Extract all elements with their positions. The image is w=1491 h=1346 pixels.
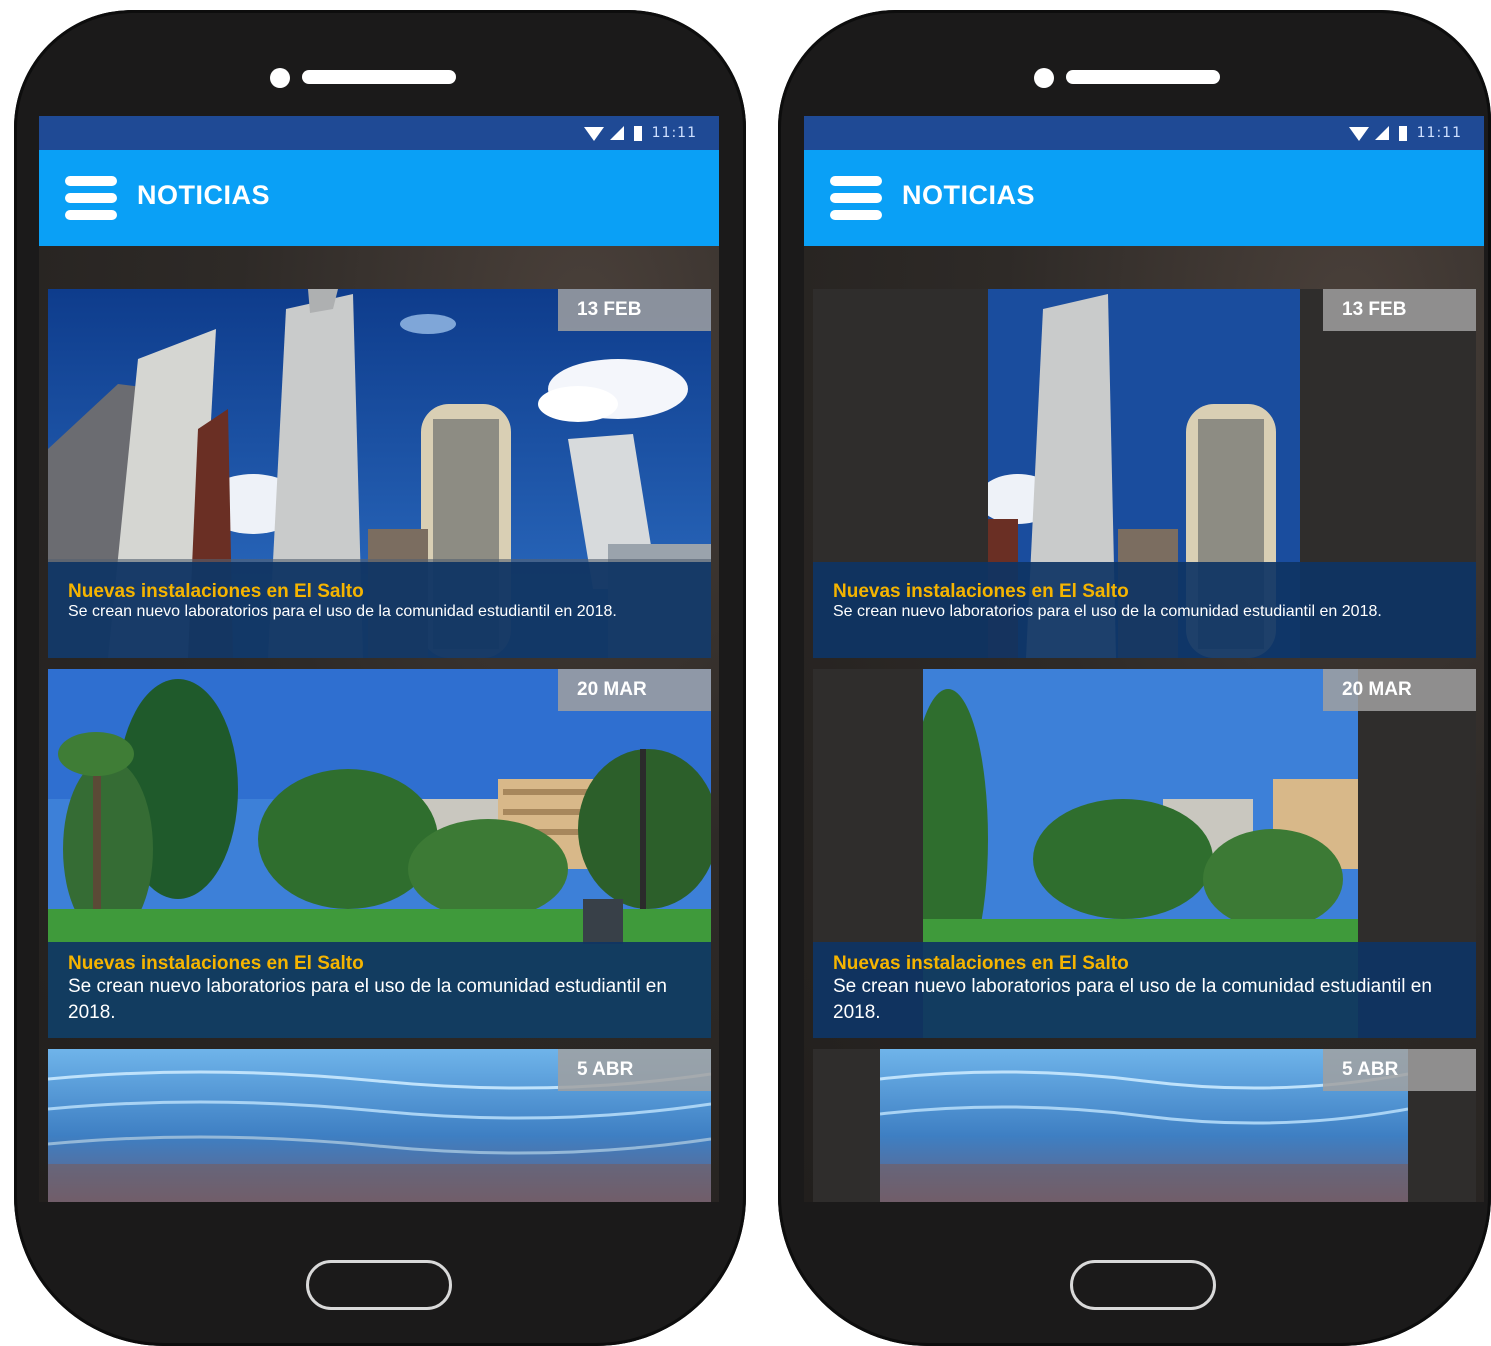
news-summary: Se crean nuevo laboratorios para el uso … (68, 603, 617, 620)
cell-signal-icon (609, 126, 624, 140)
news-summary: Se crean nuevo laboratorios para el uso … (833, 976, 1432, 1023)
page-title: NOTICIAS (137, 180, 271, 210)
news-title: Nuevas instalaciones en El Salto (68, 953, 364, 974)
status-time: 11:11 (1416, 125, 1462, 141)
news-card[interactable]: 5 ABR (48, 1049, 711, 1202)
phone-mockup-right: 11:11 NOTICIAS 13 FEB Nuevas instalacion… (778, 10, 1491, 1346)
page-title: NOTICIAS (902, 180, 1036, 210)
status-time: 11:11 (651, 125, 697, 141)
news-caption: Nuevas instalaciones en El Salto Se crea… (813, 942, 1476, 1038)
phone-screen: 11:11 NOTICIAS 13 FEB Nuevas instalacion… (39, 116, 719, 1202)
news-summary: Se crean nuevo laboratorios para el uso … (68, 976, 667, 1023)
news-card[interactable]: 5 ABR (813, 1049, 1476, 1202)
date-badge: 13 FEB (558, 289, 711, 331)
home-button[interactable] (1070, 1260, 1216, 1310)
status-bar: 11:11 (804, 116, 1484, 150)
news-title: Nuevas instalaciones en El Salto (833, 953, 1129, 974)
front-camera-icon (1034, 68, 1054, 88)
phone-screen: 11:11 NOTICIAS 13 FEB Nuevas instalacion… (804, 116, 1484, 1202)
app-bar: NOTICIAS (804, 150, 1484, 246)
date-badge: 20 MAR (1323, 669, 1476, 711)
date-badge: 20 MAR (558, 669, 711, 711)
app-bar: NOTICIAS (39, 150, 719, 246)
news-summary: Se crean nuevo laboratorios para el uso … (833, 603, 1382, 620)
date-badge: 13 FEB (1323, 289, 1476, 331)
news-card[interactable]: 13 FEB Nuevas instalaciones en El Salto … (813, 289, 1476, 658)
battery-icon (1398, 125, 1407, 141)
hamburger-menu-icon[interactable] (65, 176, 117, 220)
date-badge: 5 ABR (1323, 1049, 1476, 1091)
speaker-grille (1066, 70, 1220, 84)
news-card[interactable]: 20 MAR Nuevas instalaciones en El Salto … (48, 669, 711, 1038)
date-badge: 5 ABR (558, 1049, 711, 1091)
news-card[interactable]: 13 FEB Nuevas instalaciones en El Salto … (48, 289, 711, 658)
news-title: Nuevas instalaciones en El Salto (833, 581, 1129, 602)
hamburger-menu-icon[interactable] (830, 176, 882, 220)
news-caption: Nuevas instalaciones en El Salto Se crea… (48, 562, 711, 658)
news-card[interactable]: 20 MAR Nuevas instalaciones en El Salto … (813, 669, 1476, 1038)
news-caption: Nuevas instalaciones en El Salto Se crea… (813, 562, 1476, 658)
news-caption: Nuevas instalaciones en El Salto Se crea… (48, 942, 711, 1038)
home-button[interactable] (306, 1260, 452, 1310)
speaker-grille (302, 70, 456, 84)
phone-mockup-left: 11:11 NOTICIAS 13 FEB Nuevas instalacion… (14, 10, 746, 1346)
status-bar: 11:11 (39, 116, 719, 150)
battery-icon (633, 125, 642, 141)
cell-signal-icon (1374, 126, 1389, 140)
front-camera-icon (270, 68, 290, 88)
wifi-icon (1348, 127, 1369, 141)
news-title: Nuevas instalaciones en El Salto (68, 581, 364, 602)
wifi-icon (583, 127, 604, 141)
